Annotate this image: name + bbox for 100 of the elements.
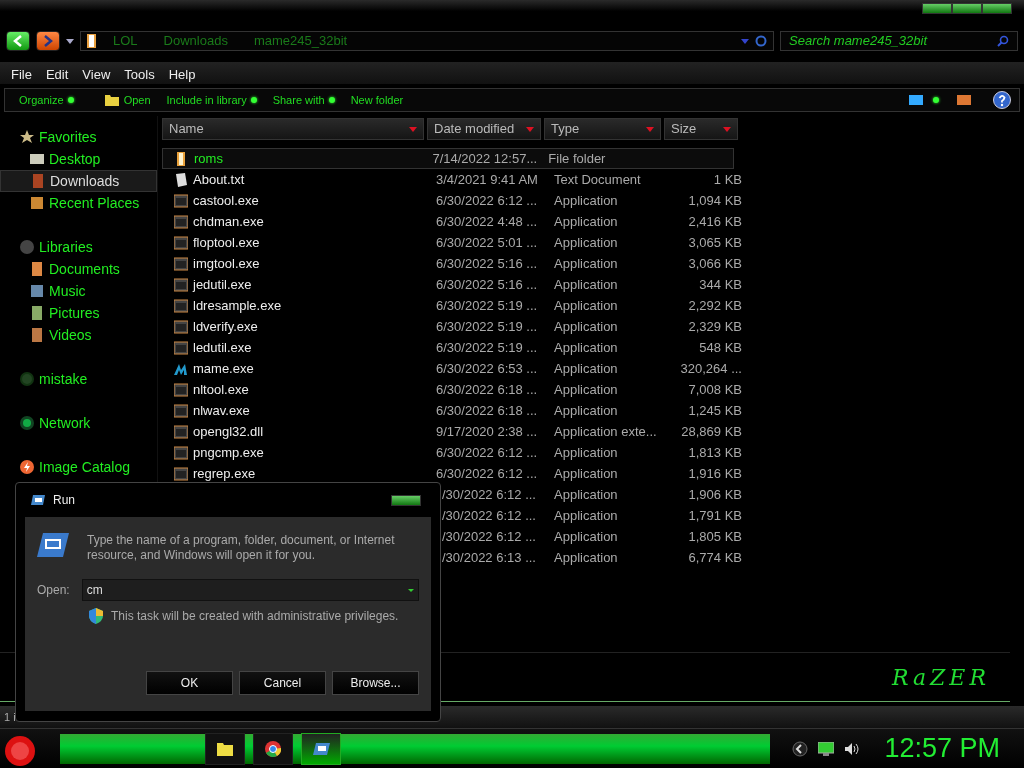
sidebar-item[interactable]: Music <box>0 280 157 302</box>
sidebar-item[interactable]: Libraries <box>0 236 157 258</box>
sidebar-item[interactable]: Videos <box>0 324 157 346</box>
file-row[interactable]: castool.exe 6/30/2022 6:12 ... Application 1,094 KB <box>162 190 1024 211</box>
file-row[interactable]: opengl32.dll 9/17/2020 2:38 ... Application exte... 28,869 KB <box>162 421 1024 442</box>
file-row[interactable]: regrep.exe 6/30/2022 6:12 ... Application 1,916 KB <box>162 463 1024 484</box>
taskbar-button[interactable] <box>301 732 341 765</box>
size-cell: 6,774 KB <box>688 549 742 565</box>
column-header[interactable]: Size <box>664 118 738 140</box>
sidebar-item[interactable]: Recent Places <box>0 192 157 214</box>
sidebar-item[interactable]: mistake <box>0 368 157 390</box>
search-icon[interactable] <box>997 35 1009 47</box>
dropdown-caret-icon[interactable] <box>66 38 74 44</box>
taskbar-button[interactable] <box>205 732 245 765</box>
breadcrumb-item[interactable]: Downloads <box>153 31 238 51</box>
speaker-icon[interactable] <box>844 741 861 756</box>
sort-caret-icon[interactable] <box>646 126 654 132</box>
type-cell: Application <box>554 360 618 376</box>
type-cell: Application <box>554 465 618 481</box>
file-row[interactable]: imgtool.exe 6/30/2022 5:16 ... Application 3,066 KB <box>162 253 1024 274</box>
selected-row[interactable]: roms 7/14/2022 12:57... File folder <box>162 148 734 169</box>
file-row[interactable]: nlwav.exe 6/30/2022 6:18 ... Application 1,245 KB <box>162 400 1024 421</box>
open-field[interactable]: cm <box>82 581 404 599</box>
dropdown-dot[interactable] <box>933 97 939 103</box>
file-row[interactable]: nltool.exe 6/30/2022 6:18 ... Application 7,008 KB <box>162 379 1024 400</box>
forward-button[interactable] <box>36 31 60 51</box>
file-row[interactable]: floptool.exe 6/30/2022 5:01 ... Application 3,065 KB <box>162 232 1024 253</box>
sidebar-item[interactable]: Network <box>0 412 157 434</box>
back-button[interactable] <box>6 31 30 51</box>
file-name: chdman.exe <box>193 212 264 231</box>
close-button[interactable] <box>391 494 421 506</box>
file-row[interactable]: mame.exe 6/30/2022 6:53 ... Application 320,264 ... <box>162 358 1024 379</box>
date-cell: 6/30/2022 5:19 ... <box>436 297 538 313</box>
sidebar-item[interactable]: Image Catalog <box>0 456 157 478</box>
breadcrumb-item[interactable]: mame245_32bit <box>243 31 358 51</box>
date-cell: 6/30/2022 6:12 ... <box>436 444 538 460</box>
toolbar-button[interactable]: New folder <box>344 91 410 109</box>
sidebar-item[interactable]: Desktop <box>0 148 157 170</box>
dialog-description: Type the name of a program, folder, document, or Internet resource, and Windows will open it for you. <box>87 533 396 563</box>
minimize-button[interactable] <box>922 3 952 14</box>
chevron-left-icon[interactable] <box>792 740 809 757</box>
menu-item[interactable]: File <box>4 62 39 84</box>
type-cell: Text Document <box>554 171 641 187</box>
column-header[interactable]: Date modified <box>427 118 541 140</box>
application-icon <box>174 424 188 439</box>
folder-icon <box>103 93 120 107</box>
menu-item[interactable]: Edit <box>38 62 76 84</box>
sort-caret-icon[interactable] <box>526 126 534 132</box>
address-bar[interactable]: LOL Downloads mame245_32bit <box>80 31 774 51</box>
size-cell: 2,292 KB <box>688 297 742 313</box>
menu-item[interactable]: Help <box>161 62 203 84</box>
file-name: roms <box>194 149 223 168</box>
monitor-icon[interactable] <box>818 741 835 756</box>
cancel-button[interactable]: Cancel <box>239 671 326 695</box>
file-row[interactable]: ledutil.exe 6/30/2022 5:19 ... Application 548 KB <box>162 337 1024 358</box>
file-row[interactable]: About.txt 3/4/2021 9:41 AM Text Document 1 KB <box>162 169 1024 190</box>
sort-caret-icon[interactable] <box>409 126 417 132</box>
file-row[interactable]: ldresample.exe 6/30/2022 5:19 ... Application 2,292 KB <box>162 295 1024 316</box>
file-name: ledutil.exe <box>193 338 252 357</box>
sidebar-item[interactable]: Documents <box>0 258 157 280</box>
ok-button[interactable]: OK <box>146 671 233 695</box>
file-row[interactable]: chdman.exe 6/30/2022 4:48 ... Application 2,416 KB <box>162 211 1024 232</box>
menu-item[interactable]: View <box>75 62 118 84</box>
maximize-button[interactable] <box>952 3 982 14</box>
date-cell: 6/30/2022 4:48 ... <box>436 213 538 229</box>
date-cell: 6/30/2022 5:16 ... <box>436 276 538 292</box>
file-name: pngcmp.exe <box>193 443 264 462</box>
toolbar-button[interactable]: Include in library <box>160 91 263 109</box>
sidebar-item[interactable]: Downloads <box>0 170 157 192</box>
library-icon <box>20 240 34 254</box>
toolbar-button[interactable]: Open <box>97 91 157 109</box>
column-header[interactable]: Name <box>162 118 424 140</box>
breadcrumb-item[interactable]: LOL <box>103 31 148 51</box>
date-cell: 3/4/2021 9:41 AM <box>436 171 538 187</box>
sort-caret-icon[interactable] <box>723 126 731 132</box>
toolbar-button[interactable]: Share with <box>266 91 341 109</box>
type-cell: Application <box>554 507 618 523</box>
toolbar-button[interactable]: Organize <box>13 91 80 109</box>
sidebar-item[interactable]: Favorites <box>0 126 157 148</box>
type-cell: Application <box>554 297 618 313</box>
application-icon <box>174 382 188 397</box>
refresh-icon[interactable] <box>755 35 767 47</box>
browse-button[interactable]: Browse... <box>332 671 419 695</box>
help-icon[interactable] <box>993 91 1011 109</box>
open-combo-box[interactable]: cm <box>81 579 419 601</box>
file-name: regrep.exe <box>193 464 256 483</box>
application-icon <box>174 235 188 250</box>
sidebar-item[interactable]: Pictures <box>0 302 157 324</box>
file-row[interactable]: pngcmp.exe 6/30/2022 6:12 ... Application 1,813 KB <box>162 442 1024 463</box>
close-button[interactable] <box>982 3 1012 14</box>
taskbar-button[interactable] <box>253 732 293 765</box>
column-header[interactable]: Type <box>544 118 661 140</box>
type-cell: Application <box>554 339 618 355</box>
file-row[interactable]: jedutil.exe 6/30/2022 5:16 ... Application 344 KB <box>162 274 1024 295</box>
application-icon <box>174 445 188 460</box>
type-cell: Application <box>554 318 618 334</box>
application-icon <box>174 340 188 355</box>
file-row[interactable]: ldverify.exe 6/30/2022 5:19 ... Application 2,329 KB <box>162 316 1024 337</box>
clock[interactable]: 12:57 PM <box>884 728 1000 768</box>
menu-item[interactable]: Tools <box>117 62 162 84</box>
